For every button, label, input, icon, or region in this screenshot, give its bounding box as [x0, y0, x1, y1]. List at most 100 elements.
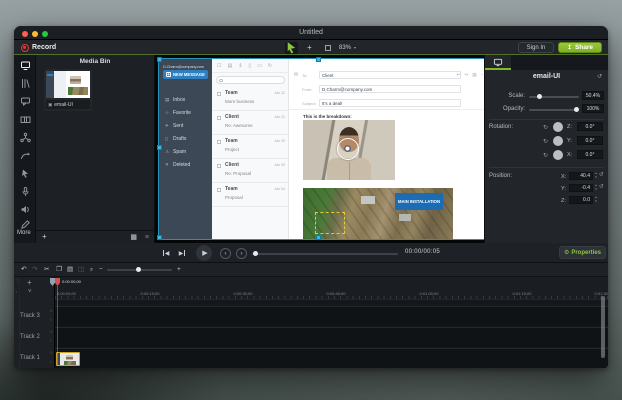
behaviors-tab[interactable]: [19, 131, 31, 143]
animations-tab[interactable]: [19, 149, 31, 161]
track-1-toggles[interactable]: ⊙▪: [47, 348, 55, 368]
list-view-button[interactable]: ≡: [145, 234, 149, 241]
play-button[interactable]: ▶: [196, 245, 212, 261]
next-frame-button[interactable]: ›: [236, 248, 247, 259]
email-compose-pane: ✉ To: Client ↩ ↪ ▤ ⋯ From: D.Charm@compa…: [289, 59, 485, 239]
properties-panel: email-UI ↺ Scale: 50.4% Opacity: 100% Ro…: [485, 55, 608, 243]
rotation-y-dial[interactable]: [553, 136, 563, 146]
undo-button[interactable]: ↶: [21, 266, 26, 274]
transitions-tab[interactable]: [19, 113, 31, 125]
selection-handle-bottom-center[interactable]: [316, 235, 321, 240]
record-button[interactable]: Record: [21, 42, 56, 53]
reset-x-icon[interactable]: ↺: [599, 172, 604, 178]
canvas-tools: + 83% ▾: [285, 41, 356, 54]
selection-handle-top-left[interactable]: [157, 57, 162, 62]
playback-scrubber[interactable]: [252, 253, 398, 255]
visual-properties-tab[interactable]: [485, 55, 511, 70]
stepper-icon[interactable]: ▴▾: [594, 183, 598, 193]
cut-button[interactable]: ✂: [44, 266, 49, 274]
media-tab[interactable]: [19, 59, 31, 71]
track-lane-2[interactable]: [55, 327, 608, 347]
crop-tool[interactable]: [321, 42, 334, 54]
properties-toggle-button[interactable]: ⚙ Properties: [559, 246, 606, 259]
selection-handle-bottom-left[interactable]: [157, 235, 162, 240]
rotation-y-row: ↻ Y: 0.0°: [485, 136, 608, 148]
rotation-y-value[interactable]: 0.0°: [577, 136, 603, 145]
timeline-zoom-in-button[interactable]: +: [177, 266, 181, 274]
rotation-x-dial[interactable]: [553, 150, 563, 160]
tool-strip: More: [14, 55, 36, 243]
cursor-effects-tab[interactable]: [19, 167, 31, 179]
reset-y-icon[interactable]: ↺: [599, 184, 604, 190]
timeline-vertical-scrollbar[interactable]: [601, 296, 605, 358]
video-target-overlay: [337, 138, 359, 160]
annotations-tab[interactable]: [19, 95, 31, 107]
eye-icon: ⊙: [49, 350, 52, 355]
email-list: ☐ ▤ ↥ ▯ ▭ ↻ TeamJan 22More business Clie…: [212, 59, 289, 239]
track-lane-1[interactable]: [55, 348, 608, 368]
playhead-line[interactable]: [57, 286, 58, 366]
timeline-zoom-out-button[interactable]: −: [99, 266, 103, 274]
split-button[interactable]: ◫: [78, 266, 84, 274]
more-tabs-button[interactable]: More: [17, 230, 31, 236]
canvas-zoom-select[interactable]: 83% ▾: [339, 45, 356, 51]
scale-slider[interactable]: [529, 96, 579, 98]
subject-field: It's a deal!: [319, 99, 461, 107]
ruler-label: 0:00:15;00: [141, 291, 160, 296]
window-title: Untitled: [14, 29, 608, 36]
canvas-stage[interactable]: D.Charm@company.com + NEW MESSAGE ▤Inbox…: [155, 55, 485, 243]
share-button[interactable]: ↥ Share: [558, 42, 602, 53]
redo-button[interactable]: ↷: [32, 266, 37, 274]
rotation-z-value[interactable]: 0.0°: [577, 122, 603, 131]
rotate-icon: ↻: [543, 124, 548, 131]
photo-badge: MAIN INSTALLATION: [395, 193, 443, 210]
canvas-media-email-ui[interactable]: D.Charm@company.com + NEW MESSAGE ▤Inbox…: [159, 59, 485, 239]
rotation-z-dial[interactable]: [553, 122, 563, 132]
email-row: TeamJan 22More business: [212, 87, 289, 111]
jump-to-start-button[interactable]: ◀: [160, 248, 172, 258]
grid-view-button[interactable]: ▦: [130, 233, 137, 241]
thumb-list: [54, 71, 66, 98]
audio-effects-tab[interactable]: [19, 203, 31, 215]
stepper-icon[interactable]: ▴▾: [594, 171, 598, 181]
collapse-tracks-button[interactable]: ˅: [28, 289, 32, 295]
zoom-slider-handle[interactable]: [136, 267, 141, 272]
previous-frame-button[interactable]: ‹: [220, 248, 231, 259]
reset-all-icon[interactable]: ↺: [597, 73, 602, 80]
visual-effects-tab[interactable]: [19, 218, 31, 230]
scale-value[interactable]: 50.4%: [582, 91, 604, 100]
sign-in-button[interactable]: Sign In: [518, 42, 554, 53]
opacity-slider[interactable]: [529, 109, 579, 111]
add-media-button[interactable]: +: [42, 232, 47, 241]
thumb-photo: [68, 87, 88, 95]
selection-handle-top-center[interactable]: [316, 57, 321, 62]
scrubber-handle[interactable]: [253, 251, 258, 256]
track-2-toggles[interactable]: ⊙▪: [47, 327, 55, 347]
timeline-zoom-slider[interactable]: [107, 269, 172, 271]
opacity-value[interactable]: 100%: [582, 104, 604, 113]
position-y-value[interactable]: -0.4: [569, 184, 593, 192]
pan-tool[interactable]: +: [303, 42, 316, 54]
paste-button[interactable]: ▤: [67, 266, 73, 274]
jump-to-end-button[interactable]: ▶: [176, 248, 188, 258]
voice-narration-tab[interactable]: [19, 185, 31, 197]
draft-icon: ▯: [165, 136, 170, 142]
rotation-x-value[interactable]: 0.0°: [577, 150, 603, 159]
attach-icon: ▤: [472, 72, 476, 78]
add-track-button[interactable]: +: [27, 278, 32, 287]
stepper-icon[interactable]: ▴▾: [594, 195, 598, 205]
track-lane-3[interactable]: [55, 306, 608, 326]
track-3-toggles[interactable]: ⊙▪: [47, 306, 55, 326]
timeline-clip-email-ui[interactable]: [56, 352, 80, 366]
folder-drafts: ▯Drafts: [159, 132, 212, 145]
embedded-video: [303, 120, 395, 180]
media-item-label: email-UI: [54, 102, 73, 108]
timeline-ruler[interactable]: 0:00:00;00 0:00:15;00 0:00:30;00 0:00:45…: [55, 277, 608, 300]
edit-cursor-tool[interactable]: [285, 42, 298, 54]
position-x-value[interactable]: 40.4: [569, 172, 593, 180]
media-bin-item-email-ui[interactable]: ▣ email-UI: [44, 69, 92, 111]
copy-button[interactable]: ❐: [56, 266, 62, 274]
library-tab[interactable]: [19, 77, 31, 89]
selection-handle-left-middle[interactable]: [157, 145, 162, 150]
position-z-value[interactable]: 0.0: [569, 196, 593, 204]
